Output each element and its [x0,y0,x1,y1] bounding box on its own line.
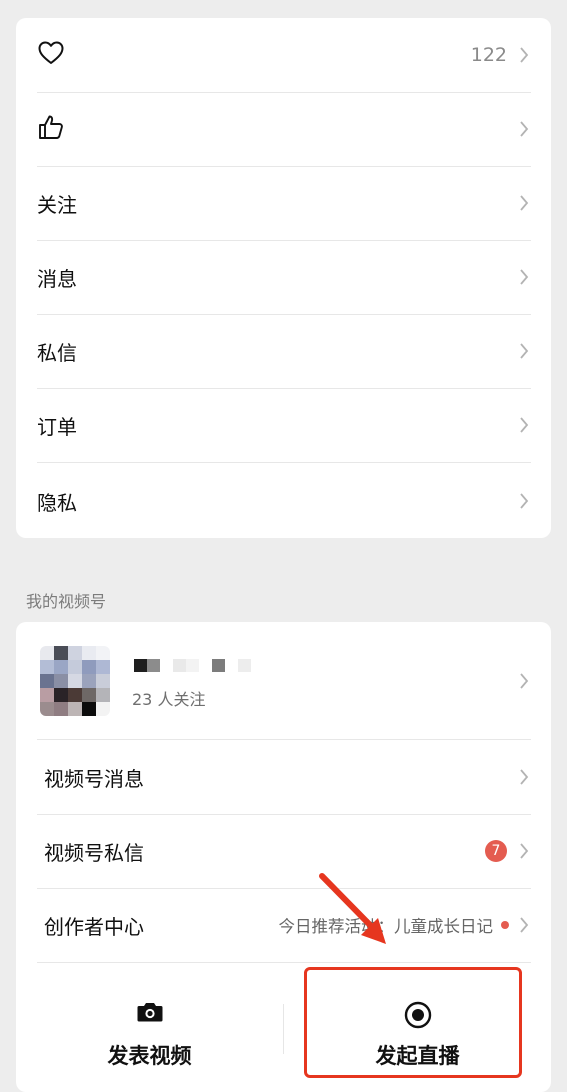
menu-item-private-messages[interactable]: 私信 [37,314,551,388]
menu-item-favorites[interactable]: 122 [37,18,551,92]
chevron-right-icon [520,47,529,63]
menu-item-follow[interactable]: 关注 [37,166,551,240]
post-video-label: 发表视频 [107,1044,192,1068]
chevron-right-icon [520,843,529,859]
camera-icon [137,1003,162,1022]
menu-item-privacy[interactable]: 隐私 [37,464,551,538]
channel-name-mosaic [134,659,251,672]
menu-item-label: 隐私 [37,490,77,515]
chevron-right-icon [520,269,529,285]
divider [37,962,531,963]
chevron-right-icon [520,195,529,211]
unread-badge: 7 [485,840,507,862]
chevron-right-icon [520,769,529,785]
channel-profile-row[interactable]: 23 人关注 [16,622,551,740]
menu-item-label: 消息 [37,266,77,291]
highlight-box [304,967,522,1078]
promo-text: 今日推荐活动：儿童成长日记 [278,917,494,936]
chevron-right-icon [520,493,529,509]
divider [37,462,531,463]
chevron-right-icon [520,343,529,359]
menu-item-label: 私信 [37,340,77,365]
section-title: 我的视频号 [26,592,107,611]
menu-item-messages[interactable]: 消息 [37,240,551,314]
chevron-right-icon [520,917,529,933]
chevron-right-icon [520,121,529,137]
menu-item-label: 关注 [37,192,77,217]
row-label: 视频号消息 [44,766,144,791]
channel-private-messages-row[interactable]: 视频号私信 7 [44,814,551,888]
favorites-count: 122 [470,44,507,66]
menu-item-likes[interactable] [37,92,551,166]
chevron-right-icon [520,673,529,689]
creator-center-row[interactable]: 创作者中心 今日推荐活动：儿童成长日记 [44,888,551,962]
chevron-right-icon [520,417,529,433]
row-label: 视频号私信 [44,840,144,865]
account-menu-card: 122 关注 消息 私信 订单 隐私 [16,18,551,538]
post-video-button[interactable]: 发表视频 [16,970,283,1080]
menu-item-label: 订单 [37,414,77,439]
notification-dot [501,921,509,929]
heart-icon [37,40,65,70]
row-label: 创作者中心 [44,914,144,939]
menu-item-orders[interactable]: 订单 [37,388,551,462]
channel-messages-row[interactable]: 视频号消息 [44,740,551,814]
avatar [40,646,110,716]
follower-count: 23 人关注 [132,690,206,709]
thumbs-up-icon [37,113,65,145]
